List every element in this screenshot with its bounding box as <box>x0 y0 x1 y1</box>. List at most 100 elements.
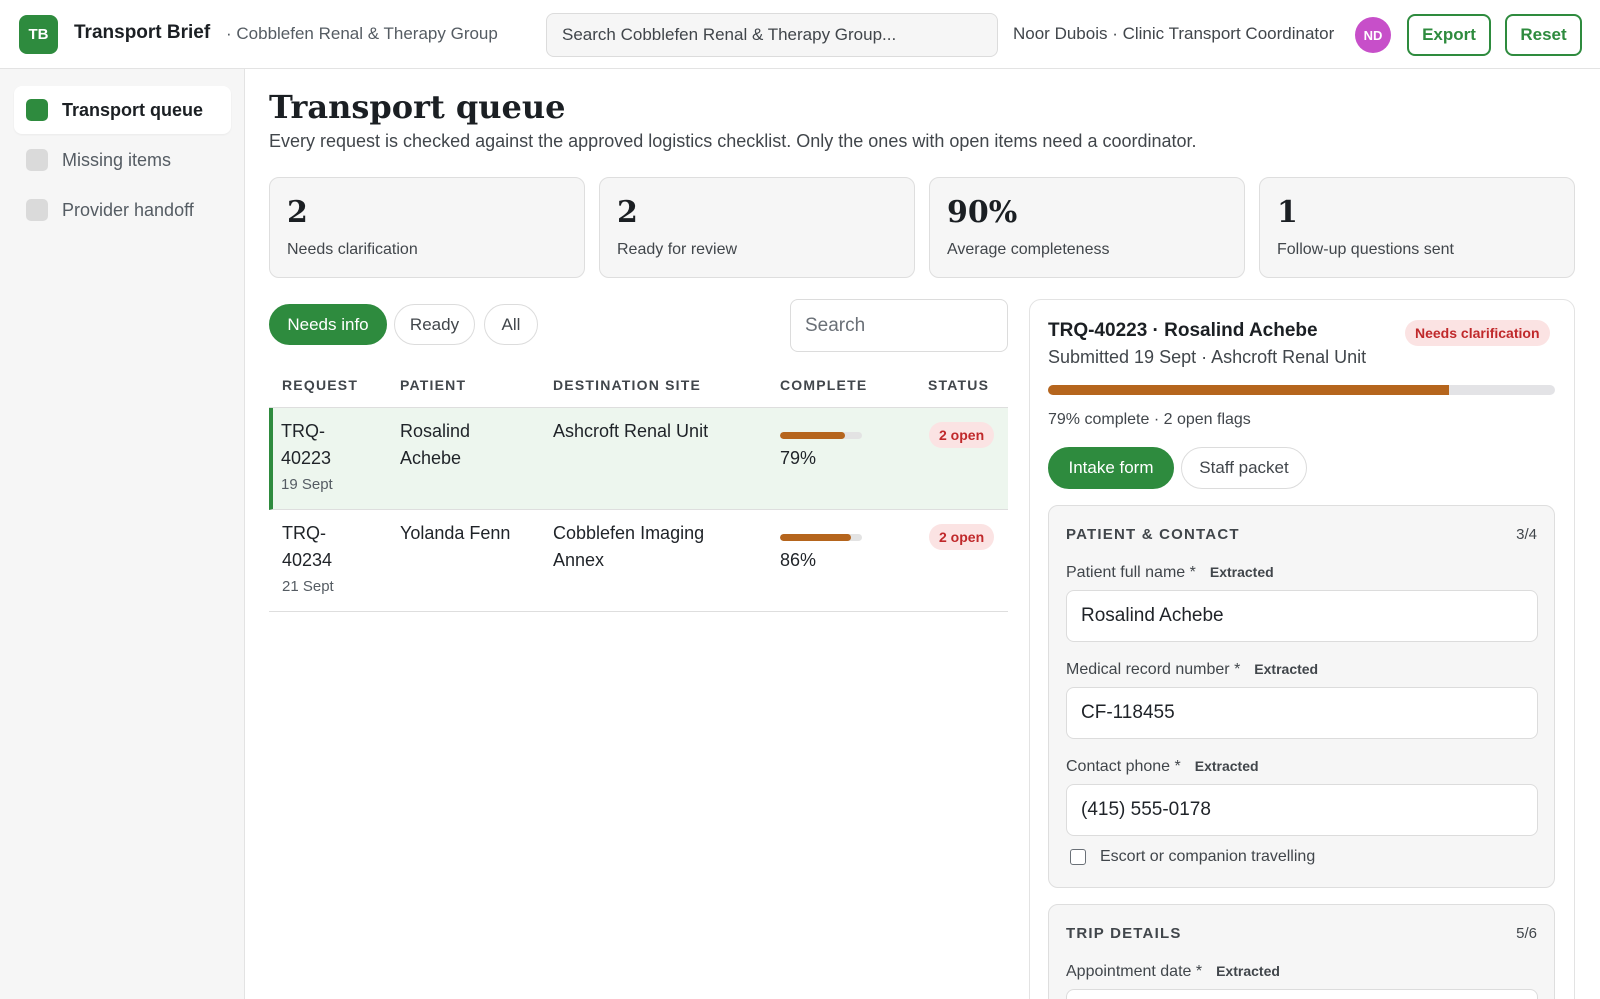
patient-name-line: Achebe <box>400 448 462 468</box>
stat-card-follow-up-sent: 1 Follow-up questions sent <box>1259 177 1575 278</box>
request-id: TRQ- 40223 <box>281 418 331 472</box>
stat-label: Average completeness <box>947 241 1110 258</box>
completeness-bar <box>780 432 862 439</box>
tab-staff-packet[interactable]: Staff packet <box>1181 447 1307 489</box>
request-id-line: 40223 <box>281 448 332 468</box>
medical-record-number-field[interactable]: CF-118455 <box>1066 687 1538 739</box>
column-header-request: REQUEST <box>282 377 359 393</box>
patient-name: Yolanda Fenn <box>400 520 510 547</box>
reset-button[interactable]: Reset <box>1505 14 1582 56</box>
top-bar: TB Transport Brief · Cobblefen Renal & T… <box>0 0 1600 69</box>
escort-checkbox[interactable] <box>1070 849 1086 865</box>
nav-square-icon <box>26 199 48 221</box>
stat-value: 2 <box>287 195 308 230</box>
column-header-status: STATUS <box>928 377 990 393</box>
destination-site: Cobblefen Imaging Annex <box>553 520 704 574</box>
section-count: 5/6 <box>1516 925 1537 942</box>
patient-name-line: Yolanda Fenn <box>400 523 511 543</box>
extracted-tag: Extracted <box>1209 564 1274 580</box>
app-name: Transport Brief <box>74 22 211 43</box>
section-trip-details: TRIP DETAILS 5/6 Appointment date * Extra… <box>1048 904 1555 999</box>
stat-label: Needs clarification <box>287 241 418 258</box>
sidebar-item-missing-items[interactable]: Missing items <box>14 136 231 184</box>
field-label-text: Patient full name * <box>1066 564 1196 581</box>
avatar[interactable]: ND <box>1355 17 1391 53</box>
table-row[interactable]: TRQ- 40234 21 Sept Yolanda Fenn Cobblefe… <box>269 510 1008 612</box>
filter-ready[interactable]: Ready <box>394 304 475 345</box>
appointment-date-field[interactable] <box>1066 989 1538 999</box>
page-subtitle: Every request is checked against the app… <box>269 131 1197 151</box>
stat-label: Ready for review <box>617 241 738 258</box>
detail-title: TRQ-40223 · Rosalind Achebe <box>1048 320 1318 341</box>
stat-card-average-completeness: 90% Average completeness <box>929 177 1245 278</box>
destination-line: Cobblefen Imaging <box>553 523 705 543</box>
detail-submitted: Submitted 19 Sept · Ashcroft Renal Unit <box>1048 347 1367 367</box>
status-badge: 2 open <box>929 524 995 550</box>
destination-line: Ashcroft Renal Unit <box>553 421 709 441</box>
sidebar: Transport queue Missing items Provider h… <box>0 69 245 999</box>
completeness-bar <box>780 534 862 541</box>
stat-value: 1 <box>1277 195 1298 230</box>
tab-intake-form[interactable]: Intake form <box>1048 447 1174 489</box>
export-button[interactable]: Export <box>1407 14 1491 56</box>
nav-square-icon <box>26 99 48 121</box>
destination-site: Ashcroft Renal Unit <box>553 418 708 445</box>
request-detail-panel: TRQ-40223 · Rosalind Achebe Needs clarif… <box>1029 299 1575 999</box>
column-header-destination: DESTINATION SITE <box>553 377 702 393</box>
filter-all[interactable]: All <box>484 304 538 345</box>
completeness-fill <box>780 432 845 439</box>
completeness-fill <box>780 534 851 541</box>
app-logo[interactable]: TB <box>19 15 58 54</box>
section-heading: PATIENT & CONTACT <box>1066 526 1240 543</box>
checkbox-label: Escort or companion travelling <box>1100 848 1316 865</box>
sidebar-item-label: Missing items <box>62 149 172 170</box>
request-id-line: 40234 <box>282 550 333 570</box>
column-header-patient: PATIENT <box>400 377 467 393</box>
detail-progress-text: 79% complete · 2 open flags <box>1048 411 1251 428</box>
extracted-tag: Extracted <box>1216 963 1280 979</box>
org-name: · Cobblefen Renal & Therapy Group <box>226 24 498 43</box>
patient-name-line: Rosalind <box>400 421 471 441</box>
section-count: 3/4 <box>1516 526 1537 543</box>
request-id: TRQ- 40234 <box>282 520 332 574</box>
stat-card-ready-for-review: 2 Ready for review <box>599 177 915 278</box>
status-badge: Needs clarification <box>1405 320 1550 346</box>
completeness-value: 86% <box>780 550 817 570</box>
status-badge: 2 open <box>929 422 995 448</box>
field-label: Medical record number * Extracted <box>1066 661 1318 679</box>
sidebar-item-transport-queue[interactable]: Transport queue <box>14 86 231 134</box>
section-heading: TRIP DETAILS <box>1066 925 1182 942</box>
destination-line: Annex <box>553 550 605 570</box>
sidebar-item-label: Transport queue <box>62 99 204 120</box>
field-label: Contact phone * Extracted <box>1066 758 1259 776</box>
request-date: 19 Sept <box>281 476 333 493</box>
field-label: Patient full name * Extracted <box>1066 564 1274 582</box>
request-id-line: TRQ- <box>281 421 325 441</box>
table-row[interactable]: TRQ- 40223 19 Sept Rosalind Achebe Ashcr… <box>269 408 1008 510</box>
escort-checkbox-row[interactable]: Escort or companion travelling <box>1070 848 1315 866</box>
stat-value: 90% <box>947 195 1018 230</box>
patient-name-field[interactable]: Rosalind Achebe <box>1066 590 1538 642</box>
nav-square-icon <box>26 149 48 171</box>
global-search-input[interactable]: Search Cobblefen Renal & Therapy Group..… <box>546 13 998 57</box>
sidebar-item-provider-handoff[interactable]: Provider handoff <box>14 186 231 234</box>
extracted-tag: Extracted <box>1254 661 1319 677</box>
detail-progress-bar <box>1048 385 1555 395</box>
detail-progress-fill <box>1048 385 1449 395</box>
page-title: Transport queue <box>269 88 566 126</box>
stat-card-needs-clarification: 2 Needs clarification <box>269 177 585 278</box>
field-label: Appointment date * Extracted <box>1066 963 1280 981</box>
column-header-complete: COMPLETE <box>780 377 868 393</box>
patient-name: Rosalind Achebe <box>400 418 470 472</box>
queue-search-input[interactable]: Search <box>790 299 1008 352</box>
stat-label: Follow-up questions sent <box>1277 241 1454 258</box>
sidebar-item-label: Provider handoff <box>62 199 194 220</box>
request-date: 21 Sept <box>282 578 334 595</box>
field-label-text: Medical record number * <box>1066 661 1241 678</box>
field-label-text: Contact phone * <box>1066 758 1181 775</box>
filter-needs-info[interactable]: Needs info <box>269 304 387 345</box>
stat-value: 2 <box>617 195 638 230</box>
user-label: Noor Dubois · Clinic Transport Coordinat… <box>1013 24 1335 43</box>
extracted-tag: Extracted <box>1194 758 1259 774</box>
contact-phone-field[interactable]: (415) 555-0178 <box>1066 784 1538 836</box>
